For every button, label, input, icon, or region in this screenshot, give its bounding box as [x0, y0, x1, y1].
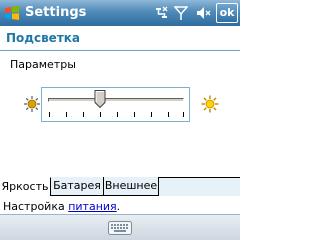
footer-suffix: . [116, 200, 121, 213]
tab-strip: Яркость Батарея Внешнее [0, 177, 240, 196]
ok-button[interactable]: ok [216, 3, 238, 23]
volume-icon[interactable] [195, 5, 211, 21]
window-title: Settings [25, 5, 87, 20]
start-flag-icon[interactable] [3, 4, 21, 22]
tab-external[interactable]: Внешнее [104, 177, 159, 196]
tab-battery[interactable]: Батарея [51, 177, 104, 196]
slider-thumb[interactable] [94, 90, 106, 108]
heading-divider [0, 50, 240, 51]
connectivity-icon[interactable] [153, 5, 170, 21]
power-settings-link[interactable]: питания [68, 200, 116, 213]
page-title: Подсветка [6, 31, 81, 45]
params-label: Параметры [10, 58, 76, 71]
sun-bright-icon [201, 95, 219, 113]
tab-strip-fill [158, 178, 240, 196]
keyboard-icon[interactable] [107, 218, 133, 238]
menu-bar [0, 214, 240, 240]
slider-ticks [49, 112, 184, 117]
footer-prefix: Настройка [3, 200, 69, 213]
sun-dim-icon [24, 96, 40, 112]
title-bar: Settings ok [0, 0, 240, 26]
signal-icon[interactable] [174, 5, 188, 21]
tab-brightness[interactable]: Яркость [0, 177, 51, 196]
brightness-slider[interactable] [41, 87, 190, 122]
power-settings-text: Настройка питания. [3, 200, 120, 213]
